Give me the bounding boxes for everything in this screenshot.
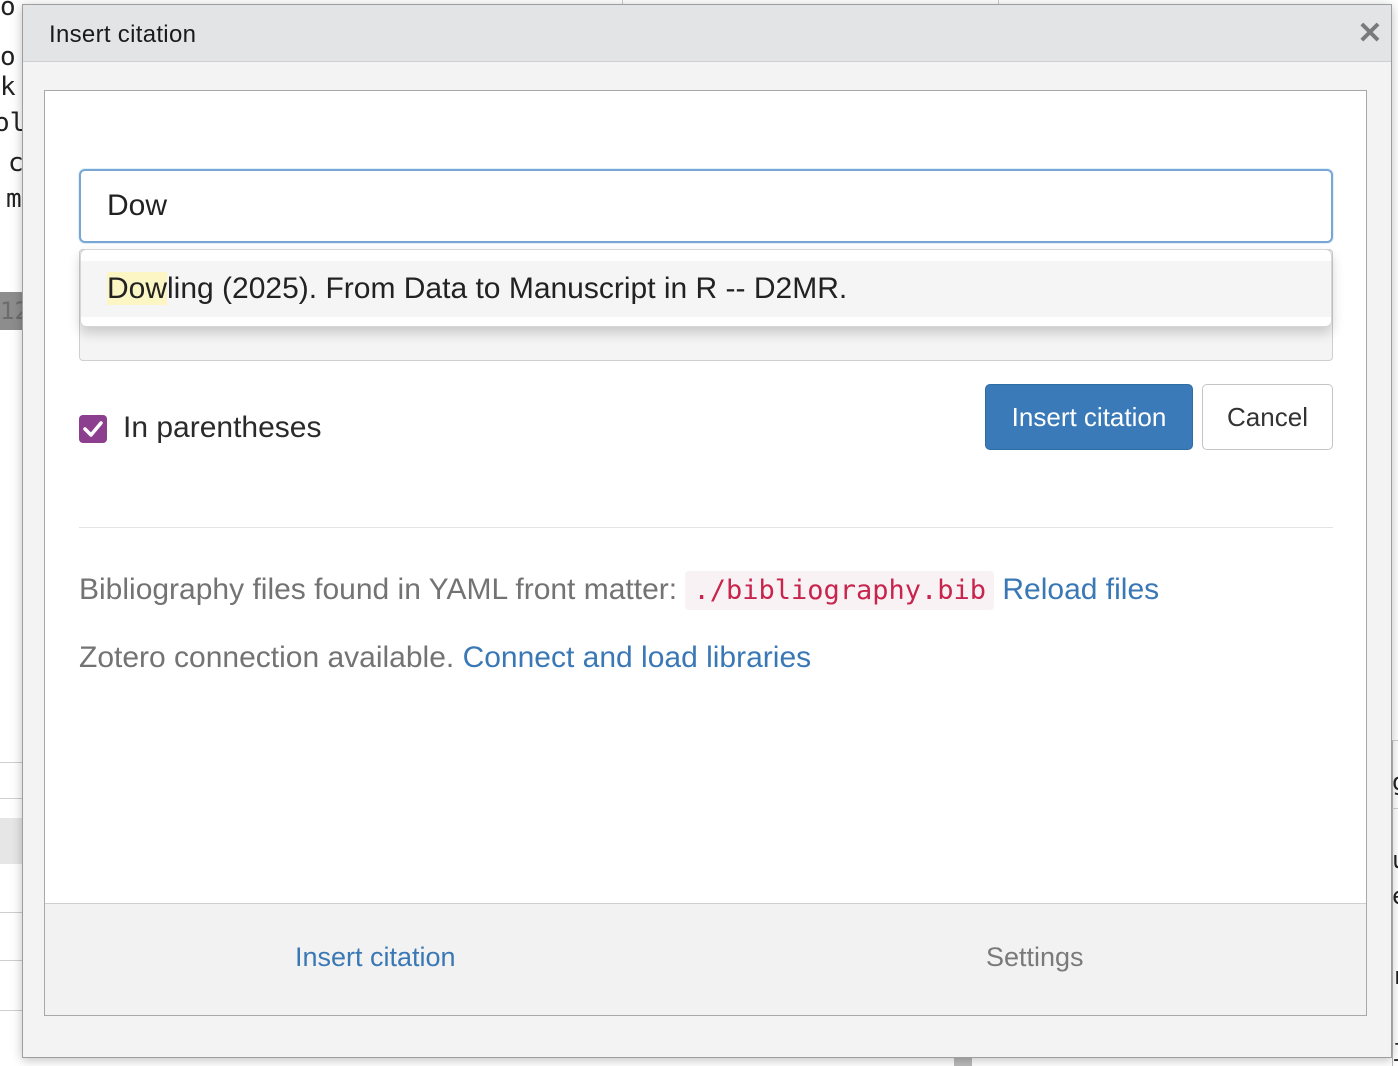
editor-fragment: j [1392,1034,1398,1062]
zotero-status: Zotero connection available. [79,641,455,674]
divider [0,762,24,763]
editor-fragment: o [0,0,16,22]
dialog-title: Insert citation [49,21,197,48]
autocomplete-dropdown: Dowling (2025). From Data to Manuscript … [80,249,1332,327]
background-bottom-strip [24,1058,1366,1066]
autocomplete-suggestion[interactable]: Dowling (2025). From Data to Manuscript … [81,261,1331,317]
divider [0,798,24,799]
editor-fragment: r [1392,962,1398,990]
divider [79,527,1333,528]
bibliography-file: ./bibliography.bib [685,571,995,610]
divider [0,1010,24,1011]
close-icon[interactable]: ✕ [1357,19,1383,49]
connect-zotero-link[interactable]: Connect and load libraries [463,641,812,674]
editor-fragment: m [6,184,22,214]
divider [0,912,24,913]
tab-settings[interactable]: Settings [986,942,1084,973]
editor-row [0,818,24,864]
dialog-titlebar: Insert citation ✕ [23,5,1391,62]
editor-fragment: e [1392,882,1398,910]
zotero-info: Zotero connection available. Connect and… [79,641,811,675]
match-highlight: Dow [107,272,168,305]
background-editor-left: o o k ol c m 12 [0,0,24,1066]
tab-insert-citation[interactable]: Insert citation [295,942,456,973]
bibliography-info: Bibliography files found in YAML front m… [79,571,1159,610]
editor-fragment: ol [0,108,24,138]
cancel-button[interactable]: Cancel [1202,384,1333,450]
in-parentheses-checkbox[interactable] [79,415,107,443]
reload-files-link[interactable]: Reload files [1002,573,1159,606]
in-parentheses-label: In parentheses [123,411,322,444]
dialog-footer-tabs: Insert citation Settings [45,903,1366,1015]
scrollbar[interactable] [954,1058,972,1066]
insert-citation-dialog: Insert citation ✕ Dowling (2025). From D… [22,4,1392,1058]
insert-citation-button[interactable]: Insert citation [985,384,1193,450]
bibliography-prefix: Bibliography files found in YAML front m… [79,573,678,606]
editor-fragment: g [1392,768,1398,796]
divider [0,960,24,961]
checkmark-icon [83,421,103,437]
editor-fragment: o [0,42,16,72]
citation-search-input[interactable] [79,169,1333,243]
editor-line-highlight: 12 [0,292,24,330]
editor-fragment: k [0,72,16,102]
citation-panel: Dowling (2025). From Data to Manuscript … [44,90,1367,1016]
editor-fragment: u [1392,846,1398,874]
suggestion-text: ling (2025). From Data to Manuscript in … [167,272,848,305]
